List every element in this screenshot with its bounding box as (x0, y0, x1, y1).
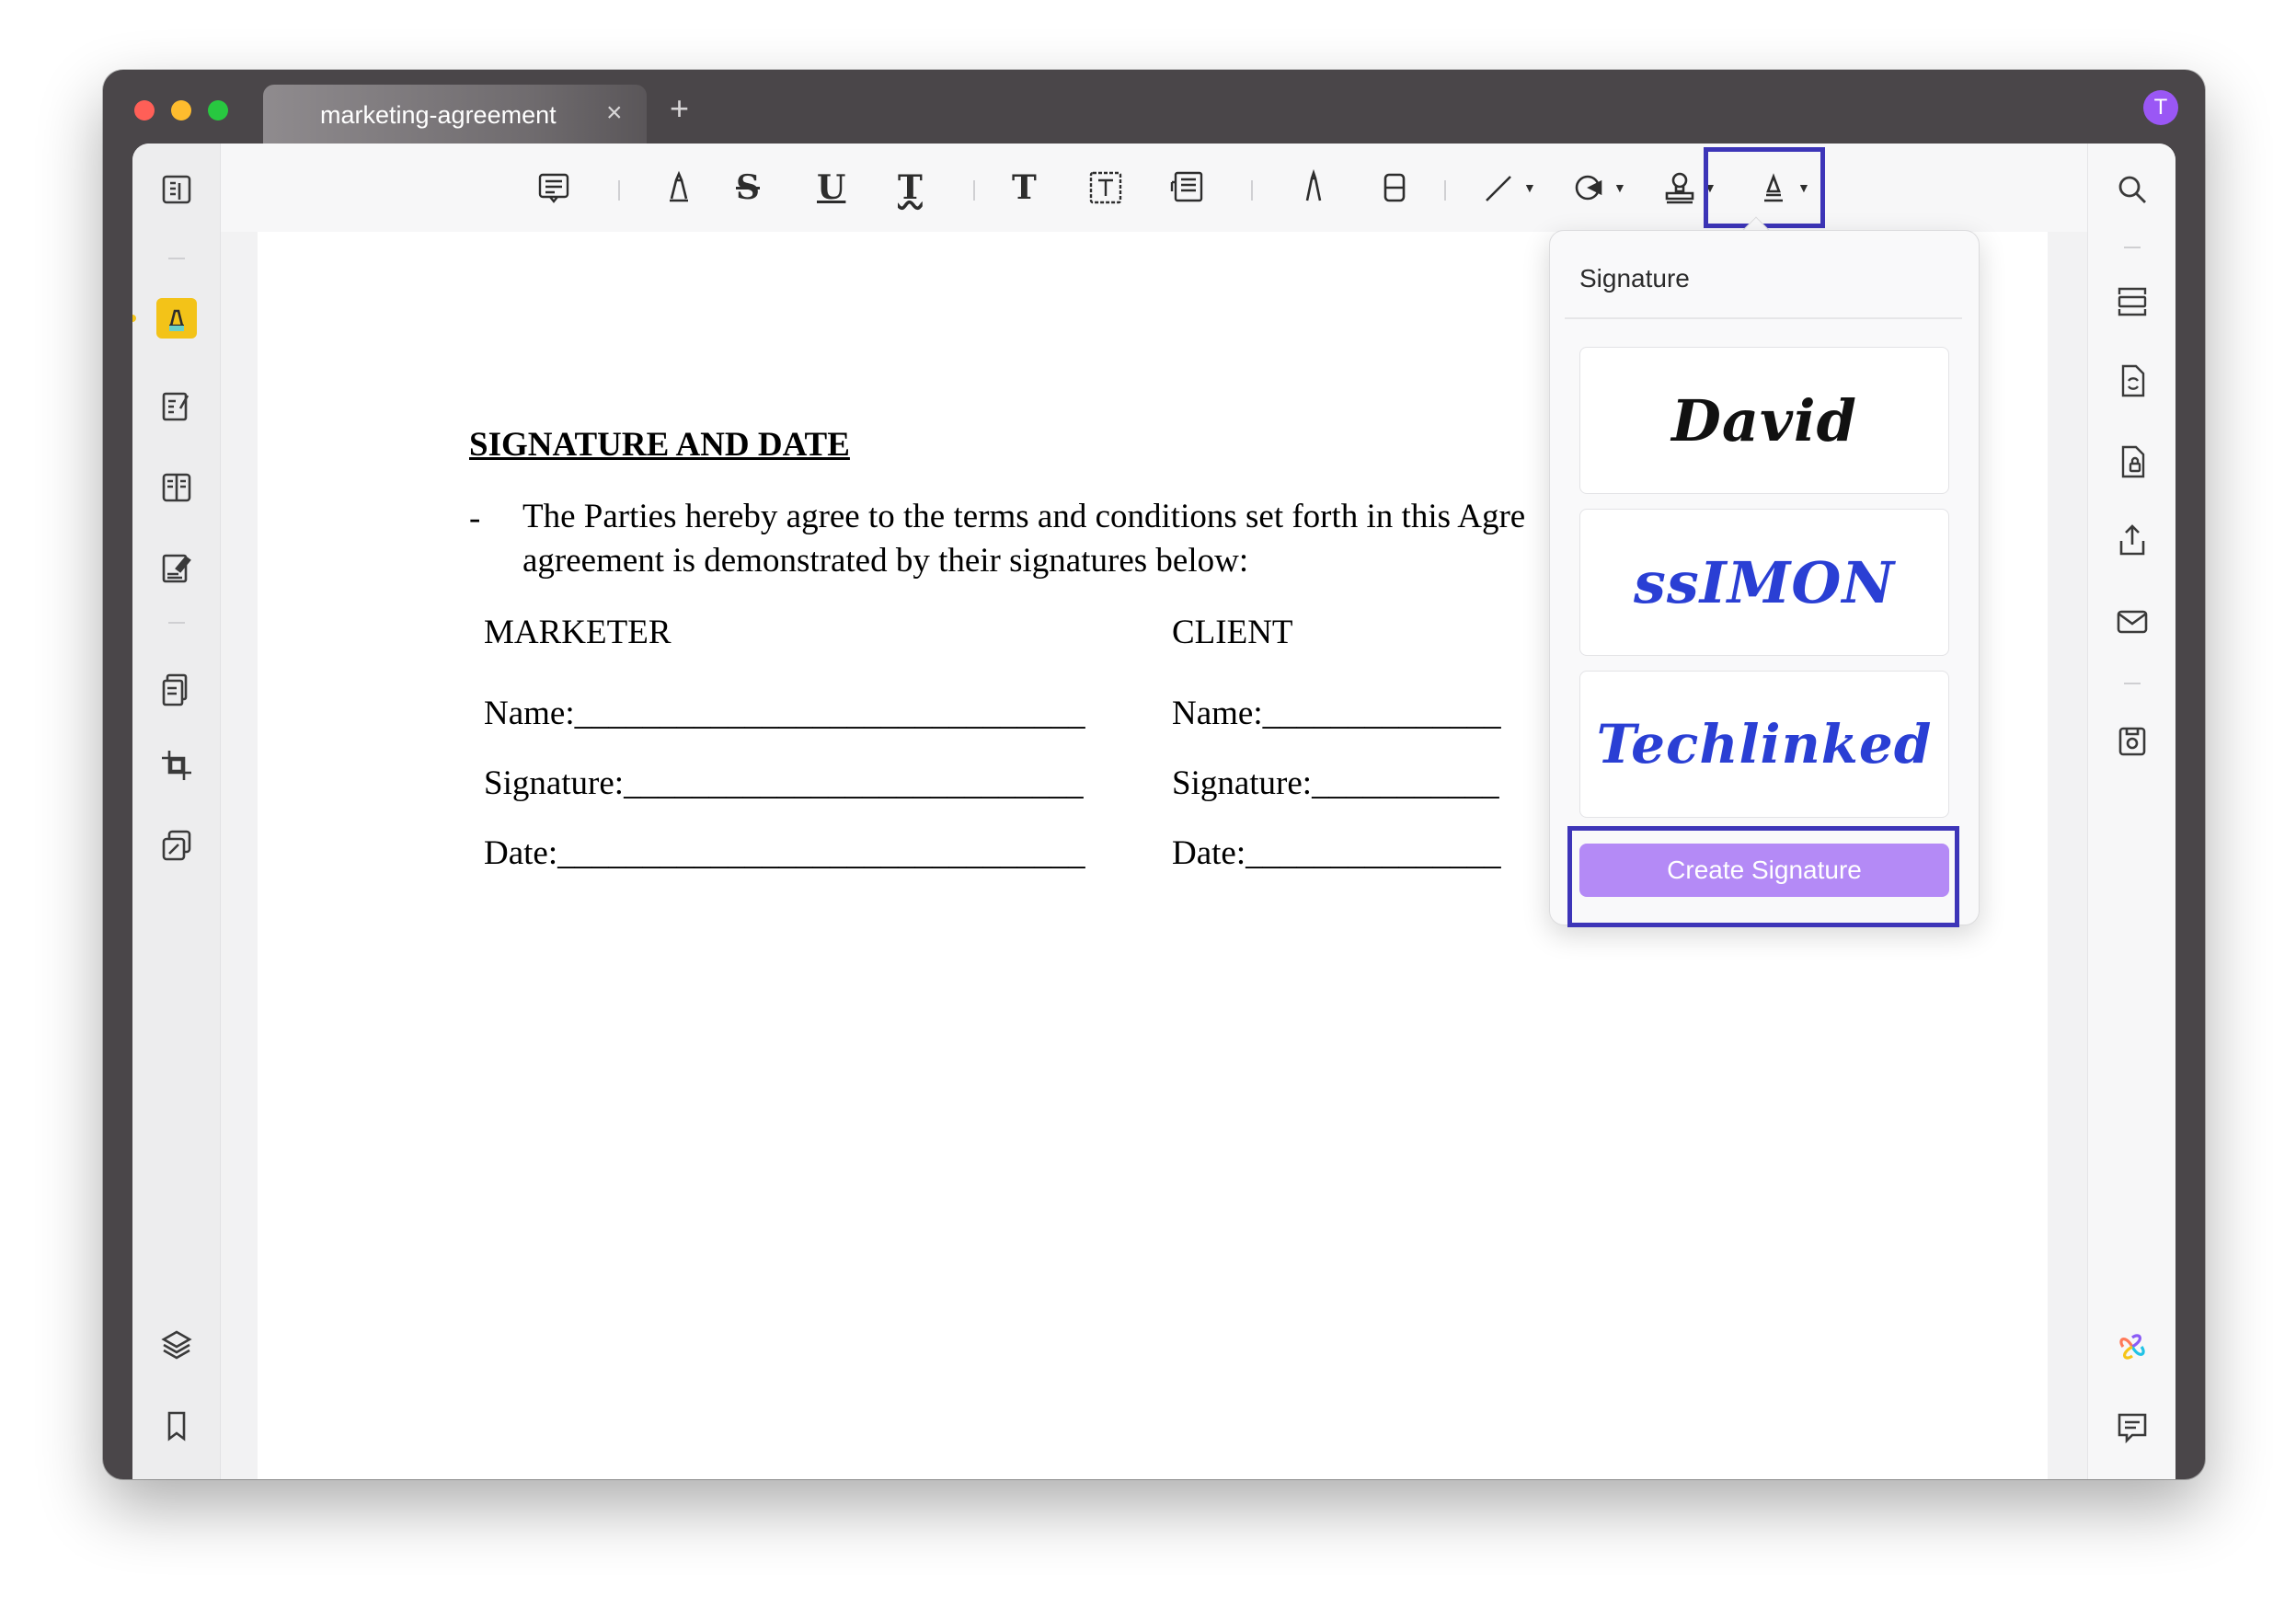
tab-close-icon[interactable]: × (606, 98, 623, 129)
edit-pdf-icon[interactable] (156, 386, 197, 427)
client-name-field[interactable]: Name:______________ (1172, 694, 1501, 733)
text-callout-tool[interactable] (1166, 166, 1207, 210)
note-tool[interactable] (534, 166, 574, 210)
popover-title: Signature (1579, 264, 1690, 293)
active-indicator (132, 315, 136, 322)
page-layout-icon[interactable] (156, 467, 197, 508)
marketer-signature-field[interactable]: Signature:___________________________ (484, 764, 1084, 803)
close-window-button[interactable] (134, 100, 155, 121)
list-bullet: - (469, 500, 481, 537)
saved-signature-simon[interactable]: ssIMON (1579, 509, 1949, 656)
marketer-heading: MARKETER (484, 614, 672, 651)
sidebar-divider (2124, 683, 2141, 684)
ocr-icon[interactable] (2112, 281, 2152, 322)
bookmark-icon[interactable] (156, 1406, 197, 1446)
signature-text: David (1671, 386, 1857, 454)
right-sidebar (2087, 144, 2175, 1479)
text-box-tool[interactable] (1085, 166, 1126, 210)
comments-panel-icon[interactable] (2112, 1407, 2152, 1448)
paragraph-line-1: The Parties hereby agree to the terms an… (522, 498, 1526, 535)
search-icon[interactable] (2112, 169, 2152, 210)
document-tab[interactable]: marketing-agreement × (263, 85, 647, 145)
text-tool[interactable]: T (1012, 166, 1037, 210)
email-icon[interactable] (2112, 602, 2152, 642)
sidebar-divider (168, 258, 185, 259)
paragraph-line-2: agreement is demonstrated by their signa… (522, 542, 1249, 580)
eraser-tool[interactable] (1374, 166, 1415, 210)
toolbar-divider (618, 180, 620, 201)
popover-divider (1565, 317, 1962, 319)
crop-pages-icon[interactable] (156, 745, 197, 786)
shape-tool[interactable]: ▼ (1569, 166, 1626, 210)
signature-text: ssIMON (1633, 548, 1896, 616)
stamp-icon (1665, 172, 1694, 204)
pencil-tool[interactable] (1293, 166, 1334, 210)
eraser-icon (1383, 173, 1406, 202)
sidebar-divider (2124, 247, 2141, 248)
section-heading: SIGNATURE AND DATE (469, 426, 850, 464)
user-avatar[interactable]: T (2143, 90, 2178, 125)
minimize-window-button[interactable] (171, 100, 191, 121)
client-date-field[interactable]: Date:_______________ (1172, 833, 1501, 873)
line-tool[interactable]: ▼ (1479, 166, 1536, 210)
toolbar-divider (1444, 180, 1446, 201)
dropdown-caret-icon: ▼ (1613, 180, 1626, 195)
highlighter-icon (670, 170, 688, 202)
comment-mode-icon[interactable] (156, 298, 197, 339)
signature-text: Techlinked (1596, 713, 1933, 775)
signature-tool-highlight (1704, 147, 1825, 228)
squiggly-tool[interactable]: T (898, 166, 923, 210)
signature-popover: Signature David ssIMON Techlinked Create… (1549, 230, 1980, 925)
sidebar-divider (168, 622, 185, 624)
marketer-date-field[interactable]: Date:_______________________________ (484, 833, 1085, 873)
convert-pdf-icon[interactable] (2112, 361, 2152, 401)
underline-tool[interactable]: U (817, 166, 845, 210)
protect-pdf-icon[interactable] (2112, 442, 2152, 482)
organize-pages-icon[interactable] (156, 670, 197, 710)
pencil-icon (1305, 168, 1322, 201)
saved-signature-david[interactable]: David (1579, 347, 1949, 494)
client-signature-field[interactable]: Signature:___________ (1172, 764, 1499, 803)
highlight-tool[interactable] (659, 166, 699, 210)
create-signature-highlight (1567, 826, 1959, 927)
share-icon[interactable] (2112, 521, 2152, 561)
zoom-window-button[interactable] (208, 100, 228, 121)
strikethrough-tool[interactable]: S (736, 166, 760, 210)
fill-sign-icon[interactable] (156, 548, 197, 589)
dropdown-caret-icon: ▼ (1523, 180, 1536, 195)
left-sidebar (132, 144, 221, 1479)
client-heading: CLIENT (1172, 614, 1293, 651)
batch-tools-icon[interactable] (156, 826, 197, 867)
marketer-name-field[interactable]: Name:______________________________ (484, 694, 1085, 733)
saved-signature-techlinked[interactable]: Techlinked (1579, 671, 1949, 818)
shape-icon (1575, 175, 1602, 201)
line-icon (1486, 176, 1511, 201)
note-icon (538, 173, 569, 203)
tab-title: marketing-agreement (320, 101, 557, 129)
layers-icon[interactable] (156, 1325, 197, 1365)
new-tab-button[interactable]: + (670, 92, 689, 125)
toolbar-divider (973, 180, 975, 201)
reader-mode-icon[interactable] (156, 169, 197, 210)
ai-assistant-icon[interactable] (2112, 1327, 2152, 1367)
text-callout-icon (1170, 171, 1203, 202)
text-box-icon (1089, 171, 1122, 204)
save-icon[interactable] (2112, 721, 2152, 762)
toolbar-divider (1251, 180, 1253, 201)
